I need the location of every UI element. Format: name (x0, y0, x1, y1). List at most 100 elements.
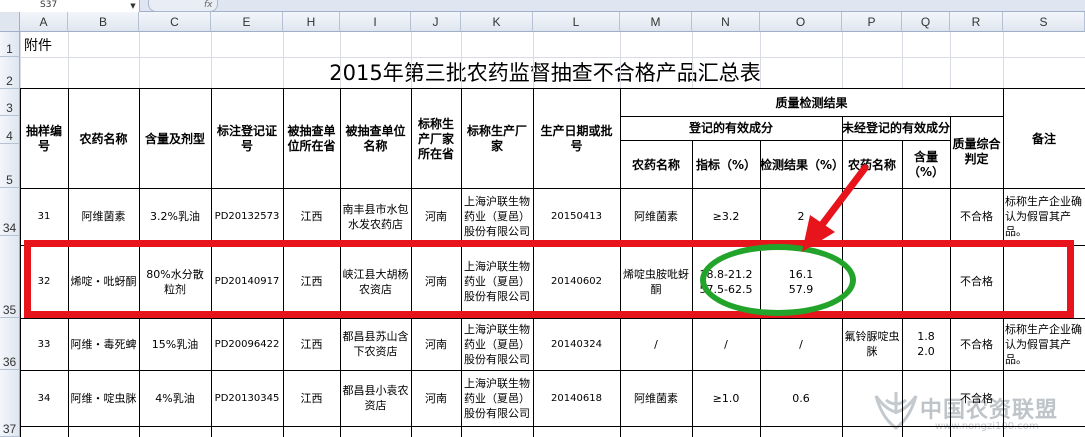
header-reg-no: 标注登记证号 (216, 124, 277, 153)
row-header-37[interactable]: 37 (0, 370, 20, 437)
annex-label: 附件 (24, 38, 52, 54)
table-cell-date: 20140324 (551, 338, 602, 350)
table-cell-remark: 标称生产企业确认为假冒其产品。 (1005, 195, 1082, 238)
table-cell-rname: 阿维菌素 (634, 391, 678, 405)
table-cell-name: 阿维・啶虫脒 (70, 391, 137, 405)
row-header-3[interactable]: 3 (0, 89, 20, 116)
table-cell-reg: PD20132573 (214, 211, 280, 222)
column-header-E[interactable]: E (211, 12, 283, 32)
table-cell-form: 15%乳油 (151, 337, 199, 351)
gridline (20, 57, 1085, 58)
table-cell-judge: 不合格 (960, 337, 993, 351)
gridline (692, 32, 693, 88)
row-header-36[interactable]: 36 (0, 318, 20, 370)
column-header-S[interactable]: S (1003, 12, 1085, 32)
table-cell-maker: 上海沪联生物药业（夏邑）股份有限公司 (464, 376, 530, 420)
header-unregistered-ingredients: 未经登记的有效成分 (842, 120, 951, 135)
row-header-34[interactable]: 34 (0, 188, 20, 236)
table-cell-ucontent (904, 372, 948, 424)
table-cell-id: 34 (37, 392, 51, 404)
row-header-5[interactable]: 5 (0, 144, 20, 188)
column-header-L[interactable]: L (533, 12, 620, 32)
column-header-K[interactable]: K (461, 12, 533, 32)
red-highlight-box (24, 240, 1074, 318)
header-unit-name: 被抽查单位名称 (345, 124, 406, 153)
gridline (620, 32, 621, 88)
table-cell-form: 4%乳油 (155, 391, 195, 405)
gridline (211, 32, 212, 88)
table-cell-reg: PD20096422 (214, 338, 280, 350)
row-header-2[interactable]: 2 (0, 57, 20, 89)
column-header-A[interactable]: A (20, 12, 68, 32)
gridline (842, 32, 843, 88)
header-remarks: 备注 (1031, 131, 1056, 146)
chevron-down-icon[interactable]: ▼ (128, 0, 138, 12)
name-box[interactable]: S37 (0, 0, 140, 12)
header-maker-province: 标称生产厂家所在省 (417, 116, 454, 161)
table-rule (20, 88, 1085, 89)
gridline (533, 32, 534, 88)
table-cell-remark (1005, 372, 1083, 424)
insert-function-button[interactable]: fx (148, 0, 218, 12)
table-cell-remark: 标称生产企业确认为假冒其产品。 (1005, 322, 1082, 366)
table-rule (20, 426, 1085, 427)
header-sample-no: 抽样编号 (25, 124, 62, 153)
table-cell-judge: 不合格 (960, 210, 993, 223)
table-rule (20, 88, 21, 437)
gridline (1003, 32, 1004, 88)
table-cell-id: 31 (37, 211, 51, 222)
table-cell-prov: 江西 (300, 210, 323, 223)
gridline (340, 32, 341, 88)
table-cell-judge: 不合格 (960, 391, 993, 405)
header-maker: 标称生产厂家 (466, 124, 527, 153)
table-cell-reg: PD20130345 (214, 392, 280, 404)
column-header-C[interactable]: C (139, 12, 211, 32)
column-header-M[interactable]: M (620, 12, 692, 32)
header-pesticide-name: 农药名称 (79, 131, 128, 146)
header-unreg-content: 含量（%） (907, 150, 945, 179)
table-cell-name: 阿维菌素 (81, 210, 126, 223)
table-cell-maker: 上海沪联生物药业（夏邑）股份有限公司 (464, 322, 530, 366)
column-header-J[interactable]: J (411, 12, 461, 32)
table-cell-mprov: 河南 (425, 337, 447, 351)
table-cell-prov: 江西 (300, 337, 323, 351)
table-cell-prov: 江西 (300, 391, 323, 405)
table-cell-date: 20150413 (551, 211, 602, 222)
select-all-corner[interactable] (0, 12, 20, 32)
table-rule (20, 370, 1085, 371)
table-cell-index: ≥3.2 (712, 210, 740, 223)
header-judgement: 质量综合判定 (952, 137, 1001, 166)
table-rule (620, 140, 950, 141)
table-cell-result: 0.6 (792, 391, 810, 405)
header-reg-name: 农药名称 (631, 157, 680, 172)
table-rule (20, 188, 1085, 189)
table-cell-name: 阿维・毒死蜱 (70, 337, 137, 351)
row-header-1[interactable]: 1 (0, 32, 20, 57)
column-header-O[interactable]: O (760, 12, 842, 32)
table-cell-form: 3.2%乳油 (150, 210, 200, 223)
column-header-Q[interactable]: Q (902, 12, 950, 32)
header-content-form: 含量及剂型 (144, 131, 205, 146)
table-cell-index: / (724, 337, 728, 351)
gridline (902, 32, 903, 88)
header-registered-ingredients: 登记的有效成分 (688, 120, 773, 135)
column-header-N[interactable]: N (692, 12, 760, 32)
row-header-35[interactable]: 35 (0, 236, 20, 318)
row-header-4[interactable]: 4 (0, 116, 20, 144)
table-cell-uname (844, 372, 900, 424)
red-arrow-icon (802, 164, 869, 252)
column-header-R[interactable]: R (950, 12, 1003, 32)
page-title: 2015年第三批农药监督抽查不合格产品汇总表 (329, 61, 761, 85)
column-header-P[interactable]: P (842, 12, 902, 32)
gridline (283, 32, 284, 88)
column-header-I[interactable]: I (340, 12, 411, 32)
column-header-B[interactable]: B (68, 12, 139, 32)
table-cell-uname: 氟铃脲啶虫脒 (844, 330, 900, 358)
column-header-H[interactable]: H (283, 12, 340, 32)
gridline (461, 32, 462, 88)
table-cell-maker: 上海沪联生物药业（夏邑）股份有限公司 (464, 195, 530, 238)
table-cell-id: 33 (37, 338, 51, 350)
gridline (68, 32, 69, 88)
table-rule (20, 318, 1085, 319)
table-cell-rname: / (654, 337, 658, 351)
